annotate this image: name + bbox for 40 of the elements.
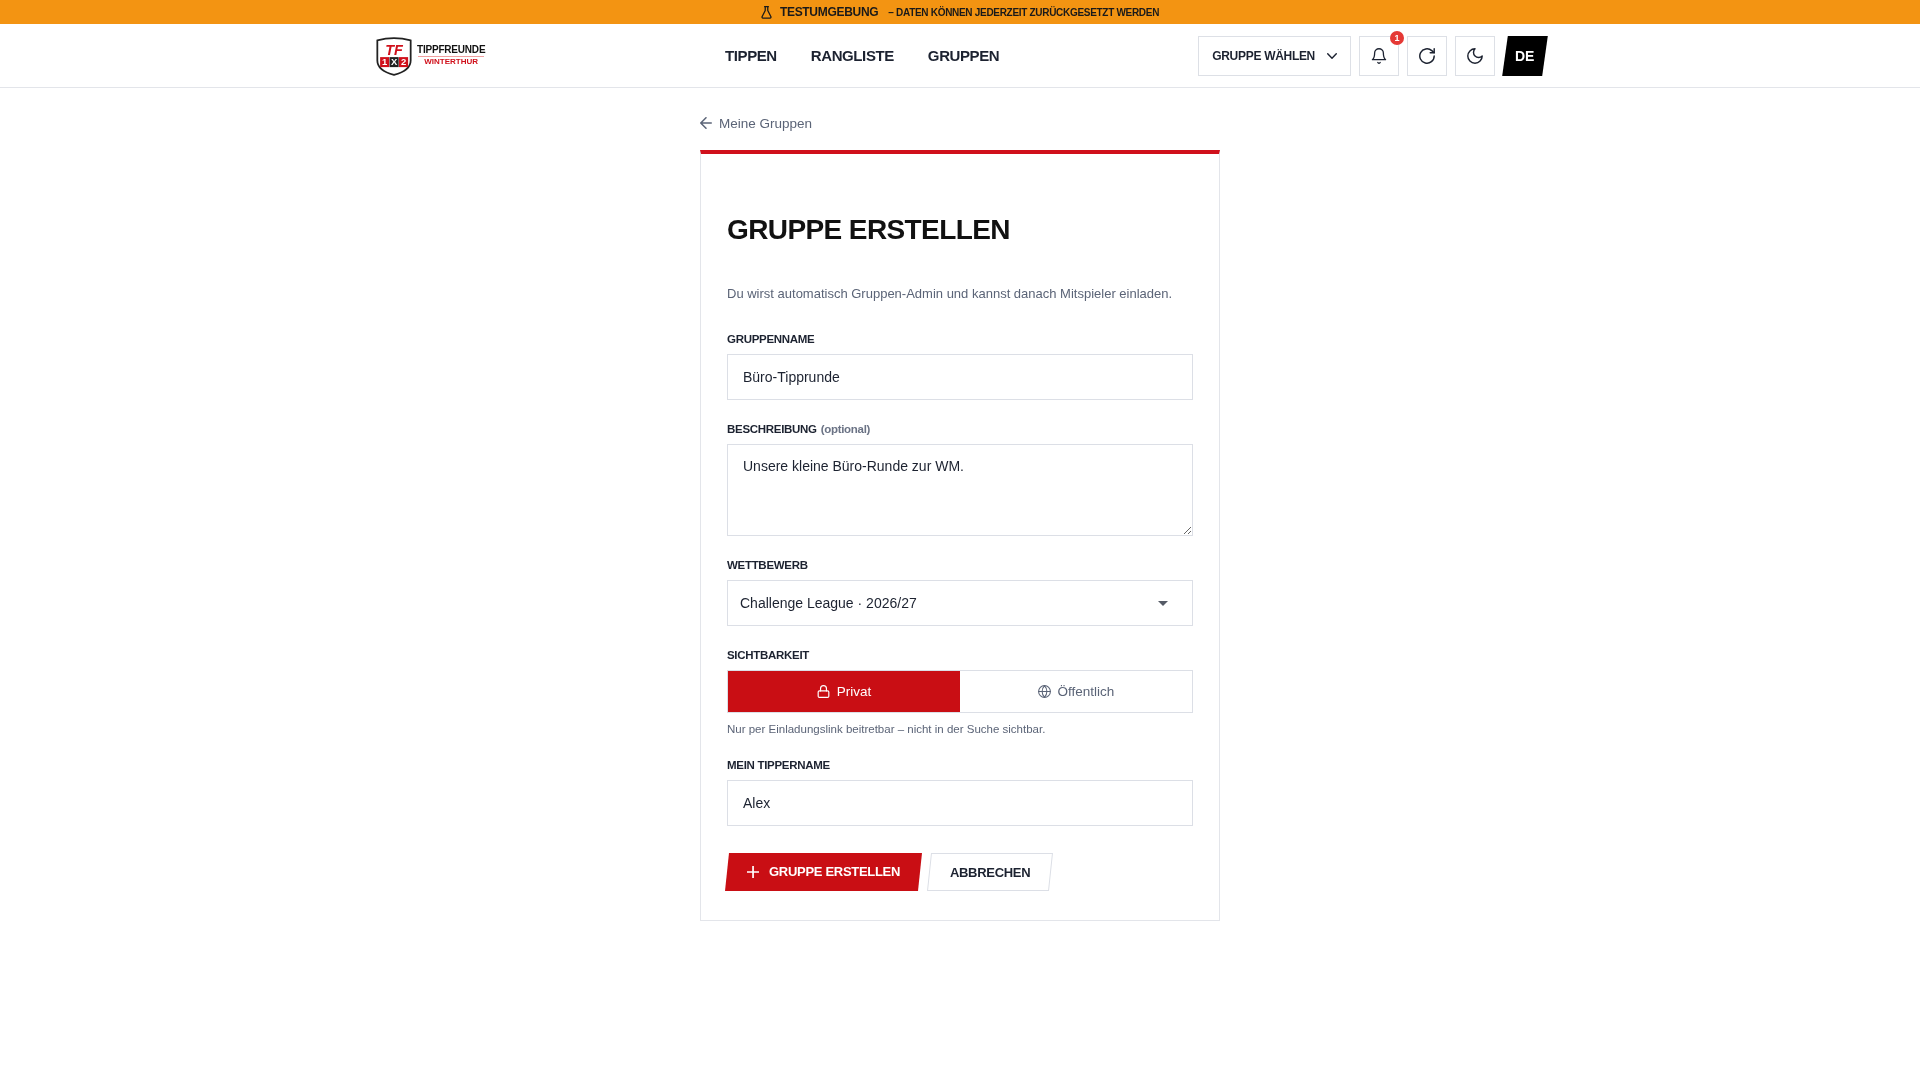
description-textarea[interactable]: Unsere kleine Büro-Runde zur WM. bbox=[727, 444, 1193, 536]
field-label: WETTBEWERB bbox=[727, 558, 808, 572]
nav-link[interactable]: GRUPPEN bbox=[927, 43, 1000, 68]
field-label: GRUPPENNAME bbox=[727, 332, 815, 346]
form-title: GRUPPE ERSTELLEN bbox=[727, 213, 1011, 247]
caret-down-icon bbox=[1158, 600, 1168, 606]
globe-icon bbox=[1037, 685, 1051, 698]
notification-count: 1 bbox=[1390, 30, 1404, 45]
plus-icon bbox=[747, 865, 760, 878]
refresh-icon bbox=[1419, 47, 1435, 64]
visibility-hint: Nur per Einladungslink beitretbar – nicht in der Suche sichtbar. bbox=[727, 722, 1047, 736]
back-link[interactable]: Meine Gruppen bbox=[700, 113, 813, 133]
group-select-dropdown[interactable]: GRUPPE WÄHLEN bbox=[1198, 35, 1351, 76]
logo-wordmark: TIPPFREUNDE bbox=[417, 44, 486, 56]
moon-icon bbox=[1467, 47, 1483, 64]
form-intro: Du wirst automatisch Gruppen-Admin und kannst danach Mitspieler einladen. bbox=[727, 285, 1174, 303]
label-note: (optional) bbox=[820, 422, 871, 436]
bell-icon bbox=[1371, 47, 1387, 64]
dark-mode-button[interactable] bbox=[1455, 35, 1495, 76]
banner-title: TESTUMGEBUNG bbox=[779, 5, 879, 19]
nav-link[interactable]: TIPPEN bbox=[725, 43, 777, 68]
field-label: SICHTBARKEIT bbox=[727, 648, 809, 662]
banner-message: – DATEN KÖNNEN JEDERZEIT ZURÜCKGESETZT WERDEN bbox=[888, 6, 1160, 18]
text-input[interactable]: Büro-Tipprunde bbox=[727, 354, 1193, 400]
field-label: BESCHREIBUNG bbox=[727, 422, 817, 436]
nav-link[interactable]: RANGLISTE bbox=[810, 43, 894, 68]
competition-select[interactable]: Challenge League · 2026/27 bbox=[727, 580, 1193, 626]
chevron-down-icon bbox=[1327, 52, 1337, 59]
lock-icon bbox=[816, 685, 830, 698]
arrow-left-icon bbox=[700, 117, 712, 129]
field-label: MEIN TIPPERNAME bbox=[727, 758, 830, 772]
logo-subtitle: WINTERTHUR bbox=[418, 56, 485, 67]
refresh-button[interactable] bbox=[1407, 35, 1447, 76]
text-input[interactable]: Alex bbox=[727, 780, 1193, 826]
visibility-option[interactable]: Privat bbox=[728, 671, 960, 712]
flask-icon bbox=[760, 5, 772, 19]
cancel-button[interactable]: ABBRECHEN bbox=[927, 853, 1054, 891]
language-button[interactable]: DE bbox=[1502, 35, 1548, 76]
shield-logo-emblem: TF 1 X 2 bbox=[375, 35, 413, 76]
create-group-button[interactable]: GRUPPE ERSTELLEN bbox=[725, 853, 922, 891]
